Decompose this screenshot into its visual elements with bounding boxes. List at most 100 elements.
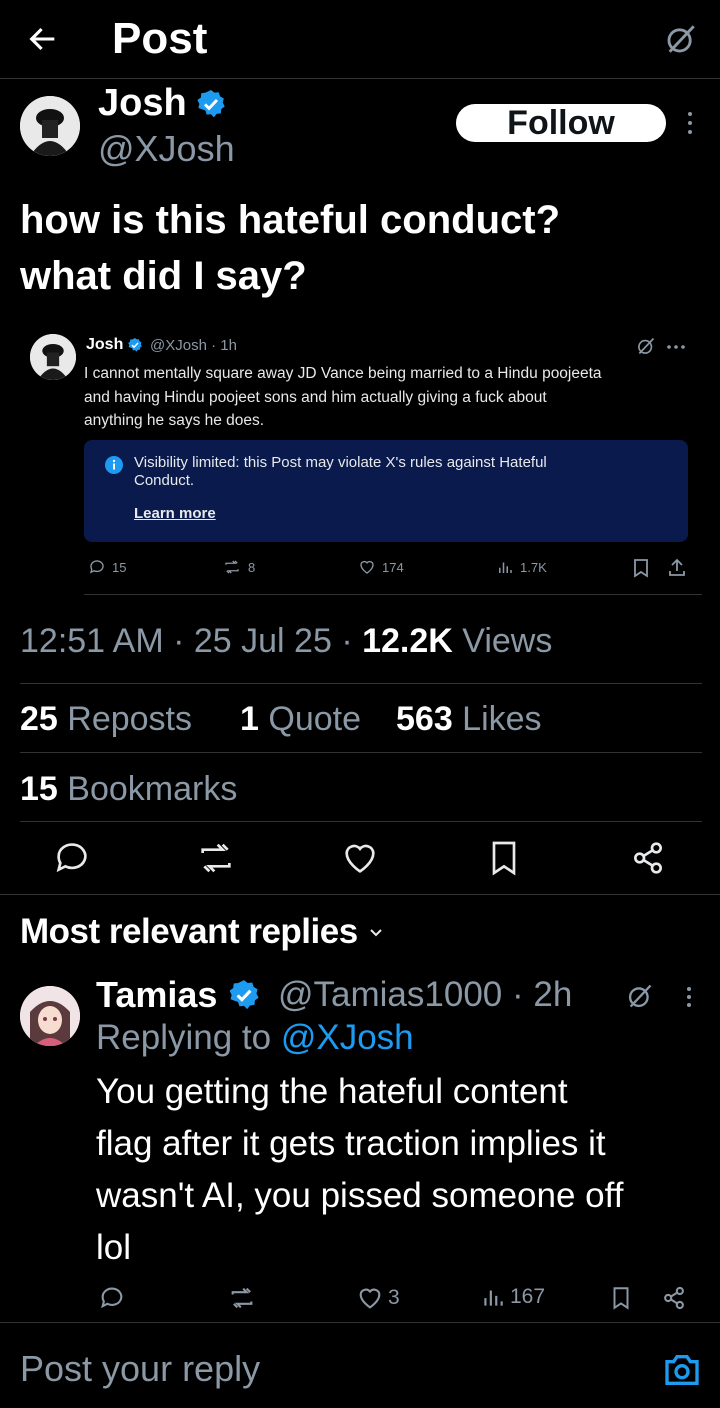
- post-time: 12:51 AM: [20, 622, 164, 660]
- embedded-like-value: 174: [382, 559, 404, 575]
- likes-label: Likes: [452, 700, 542, 738]
- repost-icon: [201, 843, 231, 873]
- replies-sort-dropdown[interactable]: Most relevant replies: [20, 912, 384, 952]
- bookmark-button[interactable]: [484, 838, 524, 878]
- page-title: Post: [112, 14, 208, 63]
- reply-text-line: You getting the hateful content: [96, 1072, 568, 1111]
- reply-like-button[interactable]: 3: [356, 1284, 400, 1312]
- post-date: 25 Jul 25: [193, 622, 332, 660]
- reply-repost-button[interactable]: [228, 1284, 256, 1312]
- likes-stat[interactable]: 563 Likes: [396, 700, 542, 739]
- bookmarks-count: 15: [20, 770, 58, 808]
- divider: [20, 752, 702, 753]
- author-avatar[interactable]: [20, 96, 80, 156]
- replying-to-handle[interactable]: @XJosh: [281, 1018, 414, 1057]
- quotes-count: 1: [240, 700, 259, 738]
- grok-button[interactable]: [664, 22, 698, 56]
- reply-icon: [101, 1287, 123, 1309]
- divider: [84, 594, 702, 595]
- camera-button[interactable]: [662, 1350, 702, 1390]
- reply-text-line: wasn't AI, you pissed someone off: [96, 1176, 624, 1215]
- likes-count: 563: [396, 700, 453, 738]
- arrow-left-icon: [29, 27, 55, 51]
- info-icon: [104, 455, 124, 475]
- reply-more-button[interactable]: [684, 984, 694, 1010]
- reply-text: You getting the hateful content flag aft…: [96, 1066, 706, 1274]
- repost-icon: [225, 560, 239, 574]
- share-button[interactable]: [628, 838, 668, 878]
- reposts-stat[interactable]: 25 Reposts: [20, 700, 192, 739]
- reply-bookmark-button[interactable]: [608, 1284, 634, 1312]
- reply-reply-button[interactable]: [98, 1284, 126, 1312]
- reply-avatar[interactable]: [20, 986, 80, 1046]
- separator: ·: [331, 622, 363, 660]
- like-button[interactable]: [340, 838, 380, 878]
- divider: [20, 821, 702, 822]
- post-timestamp: 12:51 AM · 25 Jul 25 · 12.2K Views: [20, 622, 552, 661]
- reply-author-row[interactable]: Tamias: [96, 974, 261, 1016]
- reply-author-name: Tamias: [96, 974, 218, 1015]
- replying-to: Replying to @XJosh: [96, 1018, 414, 1058]
- divider: [0, 1322, 720, 1323]
- reply-view-count: 167: [510, 1285, 546, 1308]
- notice-text-line: Conduct.: [134, 472, 195, 489]
- embedded-text-line: anything he says he does.: [84, 412, 265, 429]
- views-icon: [484, 1290, 503, 1306]
- post-text: how is this hateful conduct? what did I …: [20, 192, 700, 304]
- embedded-bookmark-icon: [632, 558, 650, 578]
- embedded-meta: @XJosh · 1h: [150, 337, 237, 354]
- follow-button[interactable]: Follow: [456, 104, 666, 142]
- embedded-share-icon: [668, 557, 686, 577]
- embedded-repost-value: 8: [248, 559, 256, 575]
- reply-grok-button[interactable]: [626, 982, 654, 1010]
- embedded-grok-icon: [636, 336, 656, 356]
- verified-badge-icon: [197, 89, 225, 117]
- reply-text-line: flag after it gets traction implies it: [96, 1124, 606, 1163]
- views-icon: [499, 562, 512, 573]
- reposts-label: Reposts: [57, 700, 193, 738]
- embedded-reply-value: 15: [112, 559, 127, 575]
- reply-icon: [89, 560, 104, 574]
- reply-share-button[interactable]: [660, 1284, 688, 1312]
- embedded-text-line: I cannot mentally square away JD Vance b…: [84, 365, 602, 382]
- embedded-text: I cannot mentally square away JD Vance b…: [84, 362, 684, 433]
- embedded-more-icon: [666, 344, 686, 350]
- reply-button[interactable]: [52, 838, 92, 878]
- embedded-reply-count: 15: [88, 558, 126, 576]
- divider: [0, 894, 720, 895]
- author-name: Josh: [98, 82, 187, 124]
- notice-text-line: Visibility limited: this Post may violat…: [134, 454, 547, 471]
- repost-button[interactable]: [196, 838, 236, 878]
- embedded-view-value: 1.7K: [520, 559, 547, 575]
- quotes-stat[interactable]: 1 Quote: [240, 700, 361, 739]
- post-text-line: how is this hateful conduct?: [20, 198, 560, 242]
- reply-like-count: 3: [388, 1286, 400, 1309]
- reply-views-button[interactable]: 167: [480, 1284, 545, 1310]
- share-icon: [634, 842, 662, 874]
- author-name-row[interactable]: Josh: [98, 82, 227, 125]
- embedded-name: Josh: [86, 336, 124, 353]
- embedded-repost-count: 8: [222, 558, 255, 576]
- heart-icon: [359, 1288, 381, 1309]
- more-options-button[interactable]: [684, 108, 696, 138]
- camera-icon: [665, 1355, 699, 1385]
- reply-composer-input[interactable]: Post your reply: [20, 1348, 260, 1390]
- bookmarks-stat[interactable]: 15 Bookmarks: [20, 770, 237, 809]
- quotes-label: Quote: [258, 700, 361, 738]
- verified-badge-icon: [229, 980, 259, 1010]
- author-handle[interactable]: @XJosh: [98, 128, 235, 170]
- replying-to-label: Replying to: [96, 1018, 281, 1057]
- grok-icon: [628, 984, 652, 1008]
- replies-sort-label: Most relevant replies: [20, 912, 358, 951]
- separator: ·: [163, 622, 194, 660]
- embedded-like-count: 174: [358, 558, 404, 576]
- reply-handle[interactable]: @Tamias1000 · 2h: [278, 975, 572, 1015]
- chevron-down-icon: [369, 929, 382, 937]
- post-text-line: what did I say?: [20, 254, 307, 298]
- learn-more-link: Learn more: [134, 505, 216, 522]
- reposts-count: 25: [20, 700, 58, 738]
- more-vertical-icon: [687, 987, 691, 1007]
- embedded-avatar: [30, 334, 76, 380]
- back-button[interactable]: [26, 22, 60, 56]
- divider: [20, 683, 702, 684]
